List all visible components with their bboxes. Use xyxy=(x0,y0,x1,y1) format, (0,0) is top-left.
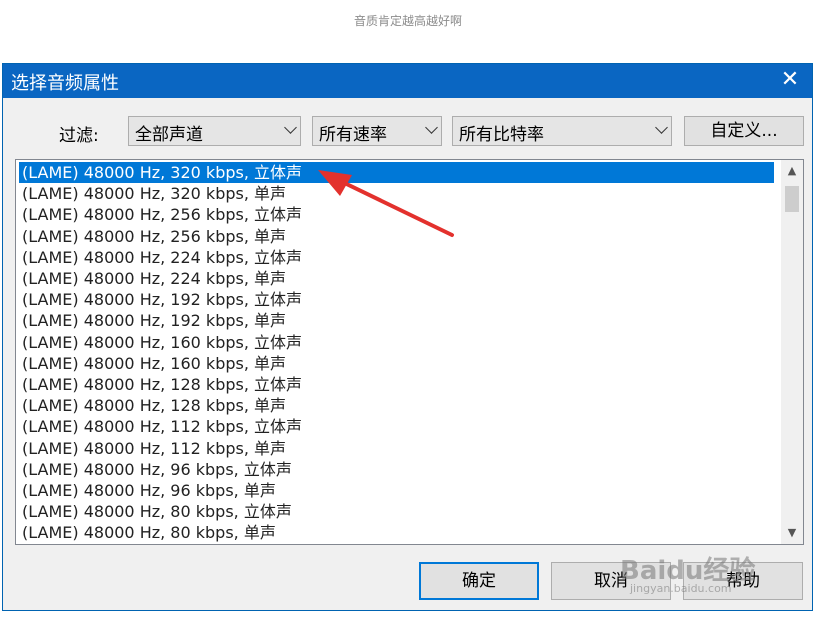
list-item[interactable]: (LAME) 48000 Hz, 128 kbps, 单声 xyxy=(19,395,774,416)
dialog-titlebar: 选择音频属性 ✕ xyxy=(3,64,812,98)
list-item[interactable]: (LAME) 48000 Hz, 192 kbps, 单声 xyxy=(19,310,774,331)
ok-button[interactable]: 确定 xyxy=(419,562,539,600)
watermark-url: jingyan.baidu.com xyxy=(630,582,732,595)
list-item[interactable]: (LAME) 48000 Hz, 80 kbps, 立体声 xyxy=(19,501,774,522)
image-caption: 音质肯定越高越好啊 xyxy=(353,14,462,28)
list-item-selected[interactable]: (LAME) 48000 Hz, 320 kbps, 立体声 xyxy=(19,162,774,183)
list-item[interactable]: (LAME) 48000 Hz, 128 kbps, 立体声 xyxy=(19,374,774,395)
list-item[interactable]: (LAME) 48000 Hz, 192 kbps, 立体声 xyxy=(19,289,774,310)
chevron-down-icon xyxy=(655,121,668,134)
list-item[interactable]: (LAME) 48000 Hz, 256 kbps, 立体声 xyxy=(19,204,774,225)
chevron-down-icon xyxy=(284,121,297,134)
list-item[interactable]: (LAME) 48000 Hz, 112 kbps, 立体声 xyxy=(19,416,774,437)
bitrate-filter-value: 所有比特率 xyxy=(459,125,544,145)
close-icon[interactable]: ✕ xyxy=(768,64,812,98)
list-item[interactable]: (LAME) 48000 Hz, 160 kbps, 立体声 xyxy=(19,332,774,353)
list-item[interactable]: (LAME) 48000 Hz, 224 kbps, 立体声 xyxy=(19,247,774,268)
custom-button[interactable]: 自定义... xyxy=(684,116,804,146)
channel-filter-value: 全部声道 xyxy=(135,125,203,145)
format-listbox[interactable]: (LAME) 48000 Hz, 320 kbps, 立体声 (LAME) 480… xyxy=(15,159,804,545)
chevron-down-icon xyxy=(425,121,438,134)
scrollbar-thumb[interactable] xyxy=(785,186,799,212)
rate-filter-value: 所有速率 xyxy=(319,125,387,145)
dialog-title: 选择音频属性 xyxy=(11,73,119,94)
list-item[interactable]: (LAME) 48000 Hz, 256 kbps, 单声 xyxy=(19,226,774,247)
audio-properties-dialog: 选择音频属性 ✕ 过滤: 全部声道 所有速率 所有比特率 自定义... (LAM… xyxy=(2,63,813,611)
list-item[interactable]: (LAME) 48000 Hz, 320 kbps, 单声 xyxy=(19,183,774,204)
channel-filter-select[interactable]: 全部声道 xyxy=(128,116,301,146)
rate-filter-select[interactable]: 所有速率 xyxy=(312,116,442,146)
bitrate-filter-select[interactable]: 所有比特率 xyxy=(452,116,672,146)
vertical-scrollbar[interactable]: ▲ ▼ xyxy=(781,160,803,544)
scroll-up-icon[interactable]: ▲ xyxy=(781,160,803,182)
list-item[interactable]: (LAME) 48000 Hz, 224 kbps, 单声 xyxy=(19,268,774,289)
list-item[interactable]: (LAME) 48000 Hz, 112 kbps, 单声 xyxy=(19,438,774,459)
list-item[interactable]: (LAME) 48000 Hz, 96 kbps, 立体声 xyxy=(19,459,774,480)
list-item[interactable]: (LAME) 48000 Hz, 160 kbps, 单声 xyxy=(19,353,774,374)
filter-label: 过滤: xyxy=(59,126,99,146)
scroll-down-icon[interactable]: ▼ xyxy=(781,522,803,544)
list-item[interactable]: (LAME) 48000 Hz, 80 kbps, 单声 xyxy=(19,522,774,543)
list-item[interactable]: (LAME) 48000 Hz, 96 kbps, 单声 xyxy=(19,480,774,501)
